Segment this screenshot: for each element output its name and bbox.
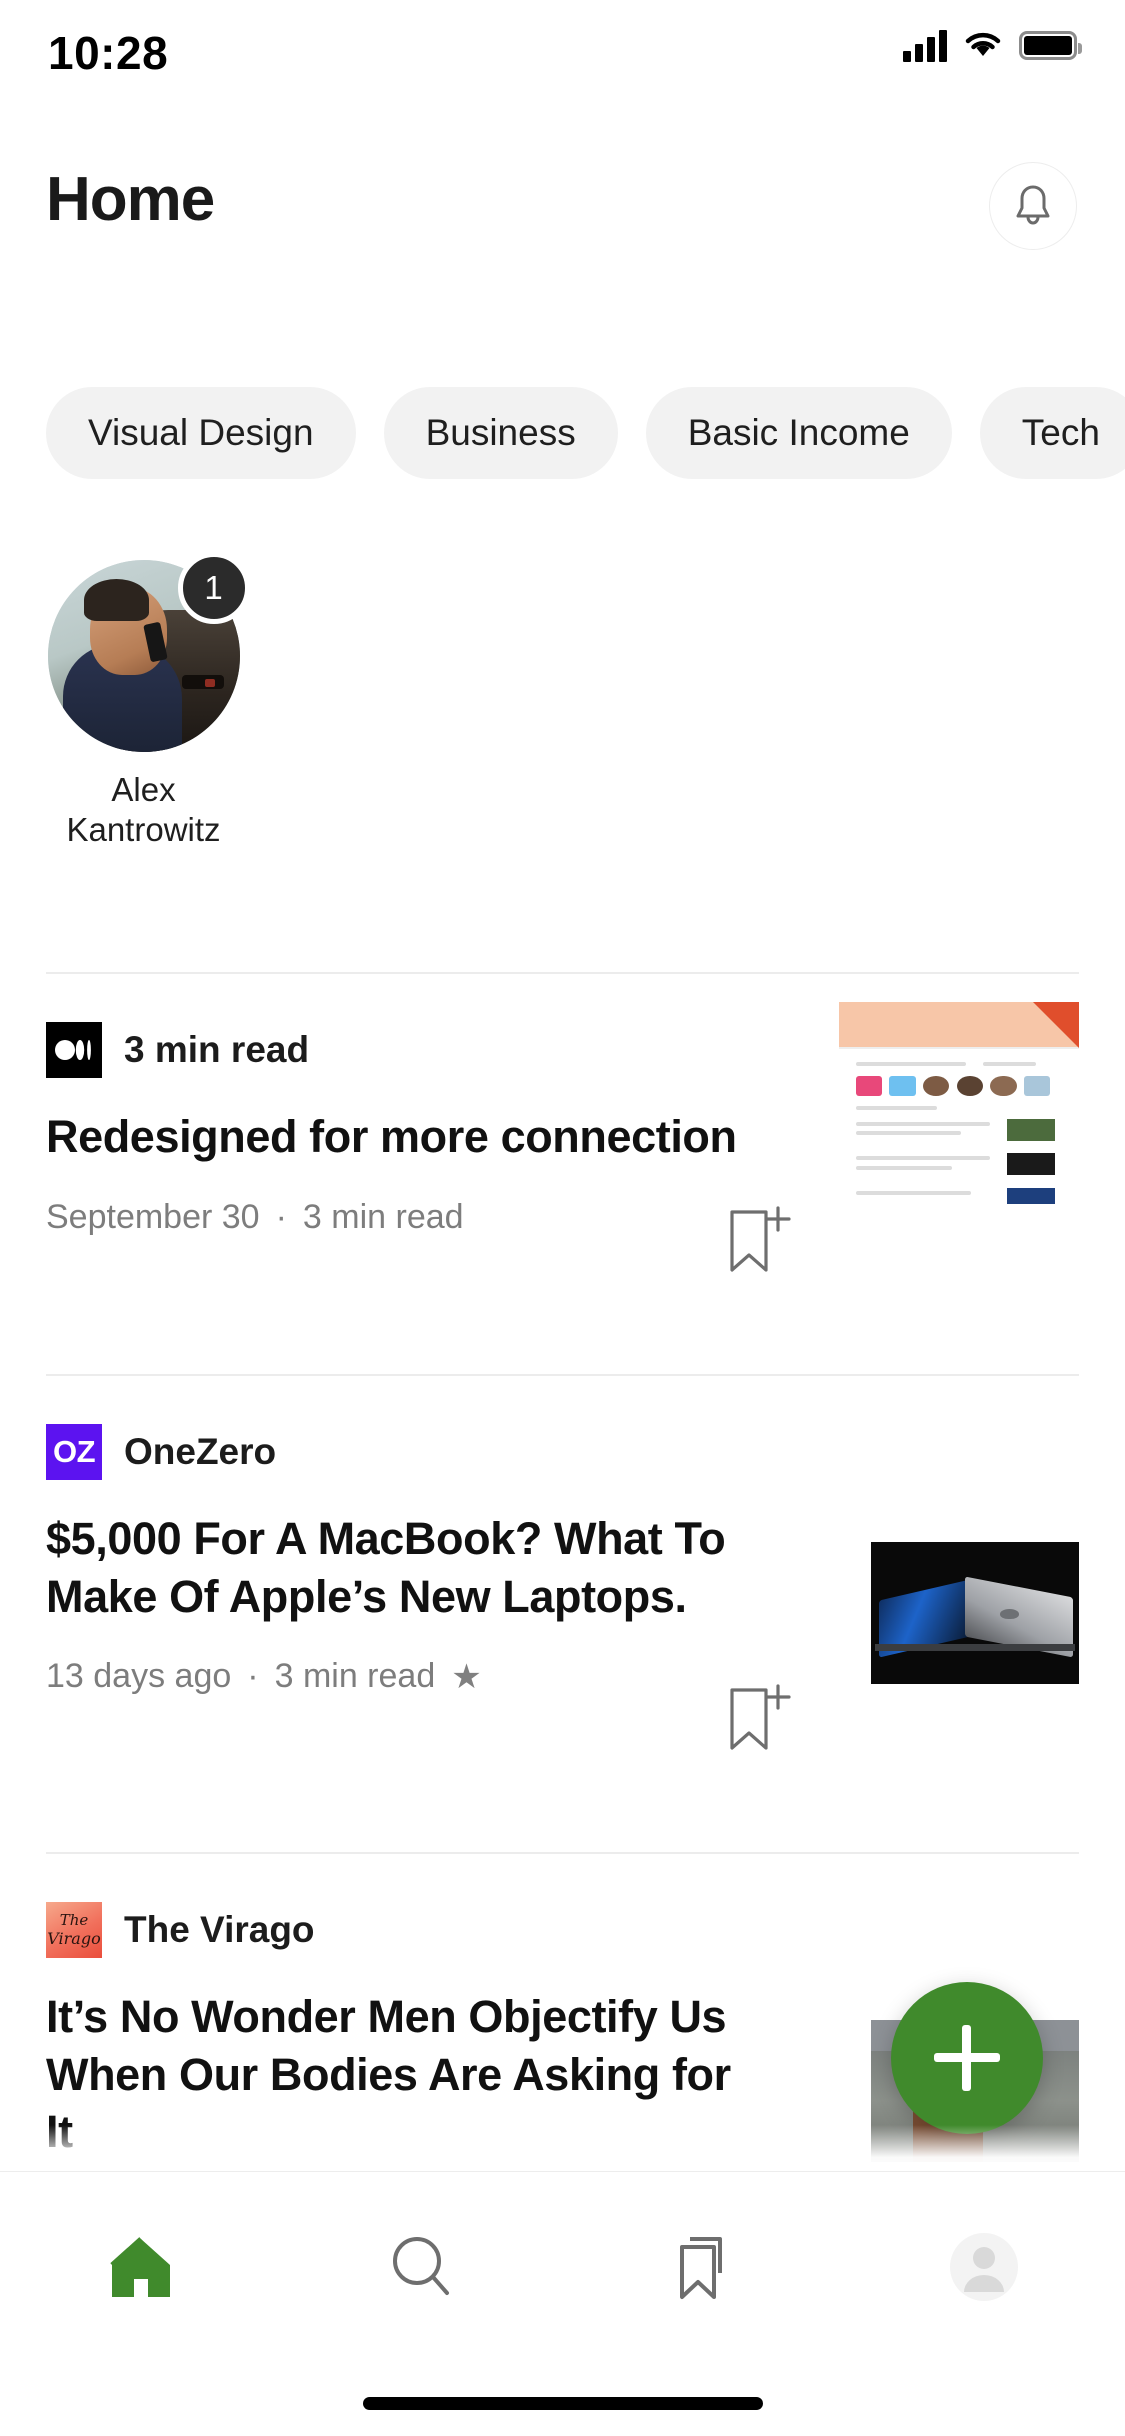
notifications-button[interactable]: [989, 162, 1077, 250]
status-bar-time: 10:28: [48, 27, 169, 79]
card-meta-readtime: 3 min read: [274, 1657, 436, 1696]
bookmark-add-icon[interactable]: [724, 1680, 794, 1760]
card-publication-name[interactable]: OneZero: [124, 1431, 276, 1473]
card-meta-date: 13 days ago: [46, 1657, 232, 1696]
medium-logo-icon: [46, 1022, 102, 1078]
card-publication-row[interactable]: The Virago The Virago: [46, 1902, 1079, 1958]
story-avatar-wrap[interactable]: 1: [47, 552, 250, 752]
card-meta-separator: ·: [275, 1197, 287, 1236]
home-icon: [109, 2237, 170, 2297]
story-author-name-line1: Alex: [111, 771, 176, 808]
feed-card-redesigned-for-more-connection[interactable]: 3 min read Redesigned for more connectio…: [46, 1002, 1079, 1272]
divider: [46, 1374, 1079, 1376]
virago-logo-line2: Virago: [47, 1929, 101, 1948]
page-header: Home: [0, 150, 1125, 280]
onezero-logo-icon: OZ: [46, 1424, 102, 1480]
topic-chip-visual-design[interactable]: Visual Design: [46, 387, 356, 479]
new-story-fab[interactable]: [891, 1982, 1043, 2134]
divider: [46, 1852, 1079, 1854]
topic-chip-business[interactable]: Business: [383, 387, 618, 479]
card-title[interactable]: Redesigned for more connection: [46, 1108, 746, 1166]
tab-bookmarks[interactable]: [563, 2172, 844, 2362]
search-icon: [392, 2237, 449, 2295]
story-unread-badge: 1: [177, 552, 250, 624]
story-row[interactable]: 1 Alex Kantrowitz: [0, 552, 1125, 880]
profile-avatar-icon: [950, 2233, 1019, 2301]
feed-fade-scrim: [0, 2125, 1125, 2171]
bottom-navigation: [0, 2171, 1125, 2436]
story-author-name: Alex Kantrowitz: [66, 770, 220, 851]
bell-icon: [1016, 185, 1050, 225]
tab-search[interactable]: [281, 2172, 562, 2362]
card-meta-separator: ·: [247, 1657, 259, 1696]
topic-chip-list[interactable]: Visual Design Business Basic Income Tech: [0, 387, 1125, 479]
status-bar-indicators: [903, 28, 1082, 62]
tab-profile[interactable]: [844, 2172, 1125, 2362]
card-top-label: 3 min read: [124, 1029, 310, 1070]
story-author-name-line2: Kantrowitz: [66, 811, 221, 849]
virago-logo-line1: The: [59, 1911, 89, 1929]
card-title[interactable]: $5,000 For A MacBook? What To Make Of Ap…: [46, 1510, 746, 1625]
tab-home[interactable]: [0, 2172, 281, 2362]
plus-icon: [934, 2025, 1000, 2091]
topic-chip-tech[interactable]: Tech: [979, 387, 1125, 479]
page-title: Home: [46, 165, 215, 234]
card-meta-date: September 30: [46, 1197, 260, 1236]
feed-card-5000-for-a-macbook[interactable]: OZ OneZero $5,000 For A MacBook? What To…: [46, 1424, 1079, 1750]
story-item-alex-kantrowitz[interactable]: 1 Alex Kantrowitz: [46, 552, 250, 880]
card-thumbnail[interactable]: [871, 1542, 1079, 1684]
bookmarks-icon: [680, 2237, 723, 2299]
divider: [46, 972, 1079, 974]
card-thumbnail[interactable]: [839, 1002, 1079, 1207]
bookmark-add-icon[interactable]: [724, 1202, 794, 1282]
home-indicator: [362, 2397, 763, 2410]
member-only-star-icon: ★: [451, 1657, 482, 1696]
wifi-icon: [965, 32, 1001, 56]
cellular-signal-icon: [903, 28, 947, 62]
card-publication-row[interactable]: OZ OneZero: [46, 1424, 1079, 1480]
topic-chip-basic-income[interactable]: Basic Income: [645, 387, 952, 479]
the-virago-logo-icon: The Virago: [46, 1902, 102, 1958]
app-root: 10:28 Home Visual Design Business Basic …: [0, 0, 1125, 2436]
status-bar: 10:28: [0, 0, 1125, 132]
card-meta-readtime: 3 min read: [302, 1197, 464, 1236]
card-publication-name[interactable]: The Virago: [124, 1909, 315, 1951]
battery-icon: [1019, 30, 1082, 60]
